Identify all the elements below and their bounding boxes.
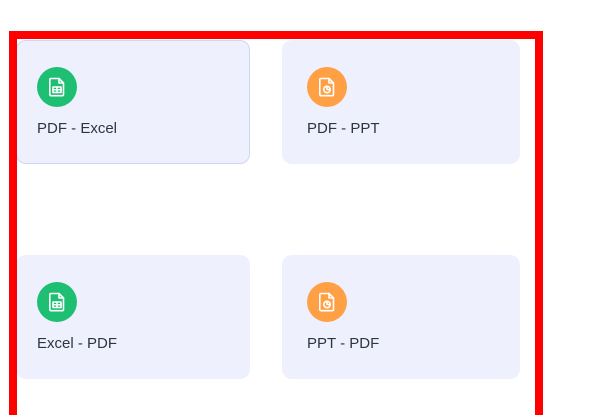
tool-card-ppt-to-pdf[interactable]: PPT - PDF xyxy=(282,255,520,379)
presentation-file-icon xyxy=(307,282,347,322)
tool-label: PDF - Excel xyxy=(37,120,118,137)
spreadsheet-file-icon xyxy=(37,282,77,322)
tool-card-pdf-to-excel[interactable]: PDF - Excel xyxy=(16,40,250,164)
tool-card-pdf-to-ppt[interactable]: PDF - PPT xyxy=(282,40,520,164)
tool-label: PDF - PPT xyxy=(307,120,380,137)
presentation-file-icon xyxy=(307,67,347,107)
tool-card-excel-to-pdf[interactable]: Excel - PDF xyxy=(16,255,250,379)
spreadsheet-file-icon xyxy=(37,67,77,107)
tool-label: PPT - PDF xyxy=(307,335,380,352)
tool-label: Excel - PDF xyxy=(37,335,118,352)
tool-grid: PDF - Excel PDF - PPT Excel - PDF PPT - … xyxy=(0,0,589,415)
